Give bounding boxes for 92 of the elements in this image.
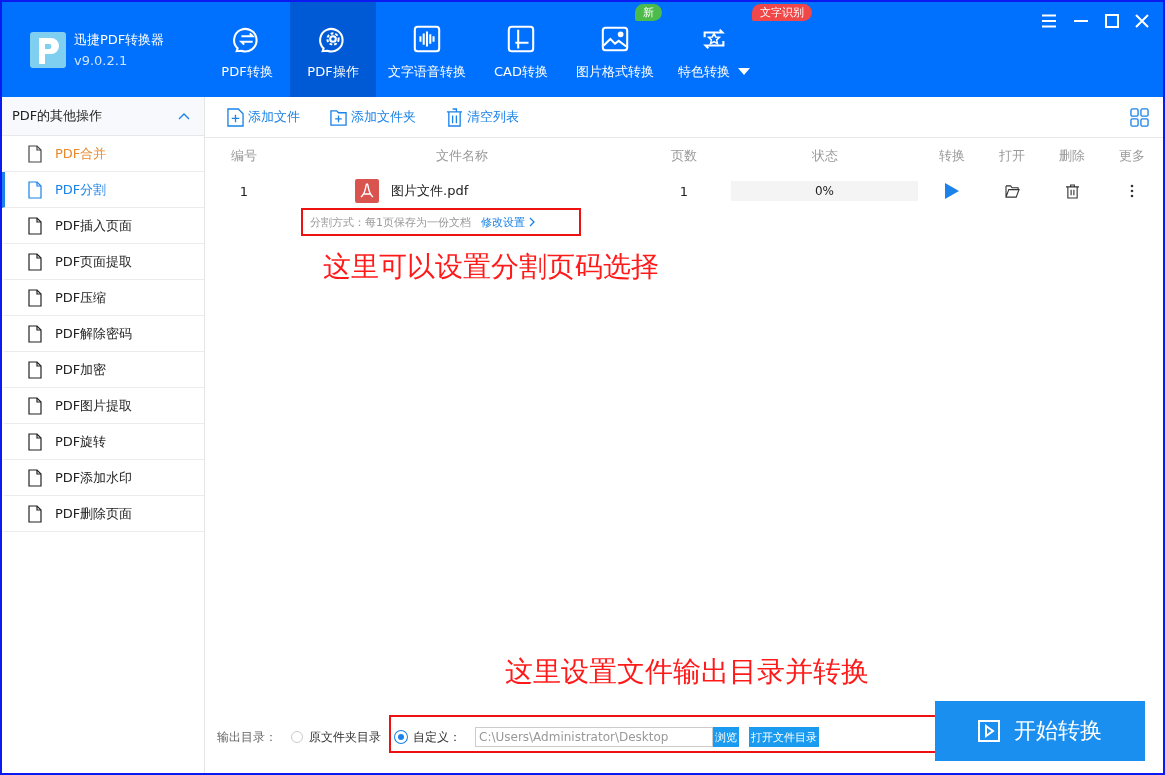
document-icon [27,468,43,487]
nav-tab[interactable]: PDF转换 [204,22,290,97]
document-icon [27,324,43,343]
minimize-icon[interactable] [1073,20,1089,22]
nav-tab-label: CAD转换 [494,63,548,81]
column-header: 状态 [810,147,839,165]
toolbar-button[interactable]: 清空列表 [446,107,529,127]
column-header: 编号 [230,147,258,165]
sidebar-item[interactable]: PDF分割 [2,172,204,208]
sidebar-item[interactable]: PDF页面提取 [2,244,204,280]
play-icon[interactable] [945,183,959,199]
play-icon [978,720,1000,742]
column-header: 更多 [1118,147,1146,165]
close-icon[interactable] [1135,14,1149,28]
nav-tab[interactable]: CAD转换 [478,22,564,97]
start-button[interactable]: 开始转换 [935,701,1145,761]
column-header: 转换 [938,147,966,165]
annotation-text: 这里可以设置分割页码选择 [323,249,660,285]
sidebar-header[interactable]: PDF的其他操作 [2,97,204,136]
sidebar-item[interactable]: PDF图片提取 [2,388,204,424]
sidebar-item[interactable]: PDF插入页面 [2,208,204,244]
nav-badge: 文字识别 [752,4,812,21]
sidebar-item[interactable]: PDF合并 [2,136,204,172]
sidebar-item-label: PDF删除页面 [55,504,133,523]
trash-icon[interactable] [1065,183,1079,199]
nav-tab-label: 图片格式转换 [576,63,654,81]
progress-text: 0% [814,184,834,198]
app-name: 迅捷PDF转换器 [74,31,165,49]
radio-option[interactable]: 原文件夹目录 [291,728,381,746]
output-label: 输出目录： [217,728,277,746]
sidebar-item-label: PDF旋转 [55,432,107,451]
nav-tab[interactable]: 特色转换 [666,22,764,97]
sidebar-item-label: PDF添加水印 [55,468,133,487]
image-icon [600,24,630,54]
toolbar-button[interactable]: 添加文件 [227,107,310,127]
document-icon [27,144,43,163]
sidebar-item-label: PDF加密 [55,360,107,379]
document-icon [27,180,43,199]
document-icon [27,252,43,271]
maximize-icon[interactable] [1105,14,1119,28]
modify-settings-link[interactable]: 修改设置 [481,214,535,230]
sidebar-item-label: PDF插入页面 [55,216,133,235]
nav-tab-label: 文字语音转换 [388,63,466,81]
split-method-text: 分割方式：每1页保存为一份文档 [310,214,471,230]
document-icon [27,432,43,451]
sidebar-item-label: PDF分割 [55,180,107,199]
browse-button[interactable]: 浏览 [713,727,739,747]
sidebar-item-label: PDF页面提取 [55,252,133,271]
app-logo-icon [30,31,66,68]
more-icon[interactable] [1130,184,1134,198]
nav-badge: 新 [635,4,662,21]
sidebar-item-label: PDF解除密码 [55,324,133,343]
nav-tab[interactable]: 图片格式转换 [564,22,666,97]
open-folder-button[interactable]: 打开文件目录 [749,727,819,747]
annotation-text: 这里设置文件输出目录并转换 [505,654,870,690]
column-header: 删除 [1058,147,1086,165]
nav-tab-label: PDF操作 [307,63,359,81]
document-icon [27,396,43,415]
sidebar-item-label: PDF图片提取 [55,396,133,415]
radio-option[interactable]: 自定义： [395,728,461,746]
column-header: 文件名称 [435,147,489,165]
document-icon [27,504,43,523]
document-icon [27,360,43,379]
column-header: 打开 [998,147,1026,165]
sidebar-item[interactable]: PDF删除页面 [2,496,204,532]
folder-icon[interactable] [1004,184,1020,198]
sound-wave-icon [412,24,442,54]
sidebar-title: PDF的其他操作 [12,107,103,125]
page-count: 1 [678,183,690,199]
grid-view-icon[interactable] [1130,107,1149,127]
sidebar-item[interactable]: PDF旋转 [2,424,204,460]
pdf-file-icon [355,179,379,203]
document-icon [27,216,43,235]
file-name: 图片文件.pdf [391,182,469,200]
toolbar-button[interactable]: 添加文件夹 [330,107,426,127]
path-field[interactable]: C:\Users\Administrator\Desktop [475,727,713,747]
cad-icon [506,24,536,54]
menu-icon[interactable] [1041,14,1057,28]
nav-tab-label: 特色转换 [678,63,750,81]
sidebar-item[interactable]: PDF加密 [2,352,204,388]
sidebar-item[interactable]: PDF解除密码 [2,316,204,352]
sidebar-item[interactable]: PDF添加水印 [2,460,204,496]
nav-tab[interactable]: 文字语音转换 [376,22,478,97]
row-number: 1 [238,183,250,199]
app-version: v9.0.2.1 [74,53,129,68]
sidebar-item-label: PDF压缩 [55,288,107,307]
chevron-icon [529,217,535,227]
document-icon [27,288,43,307]
nav-tab-label: PDF转换 [221,63,273,81]
sidebar-item-label: PDF合并 [55,144,107,163]
sidebar-item[interactable]: PDF压缩 [2,280,204,316]
column-header: 页数 [670,147,698,165]
